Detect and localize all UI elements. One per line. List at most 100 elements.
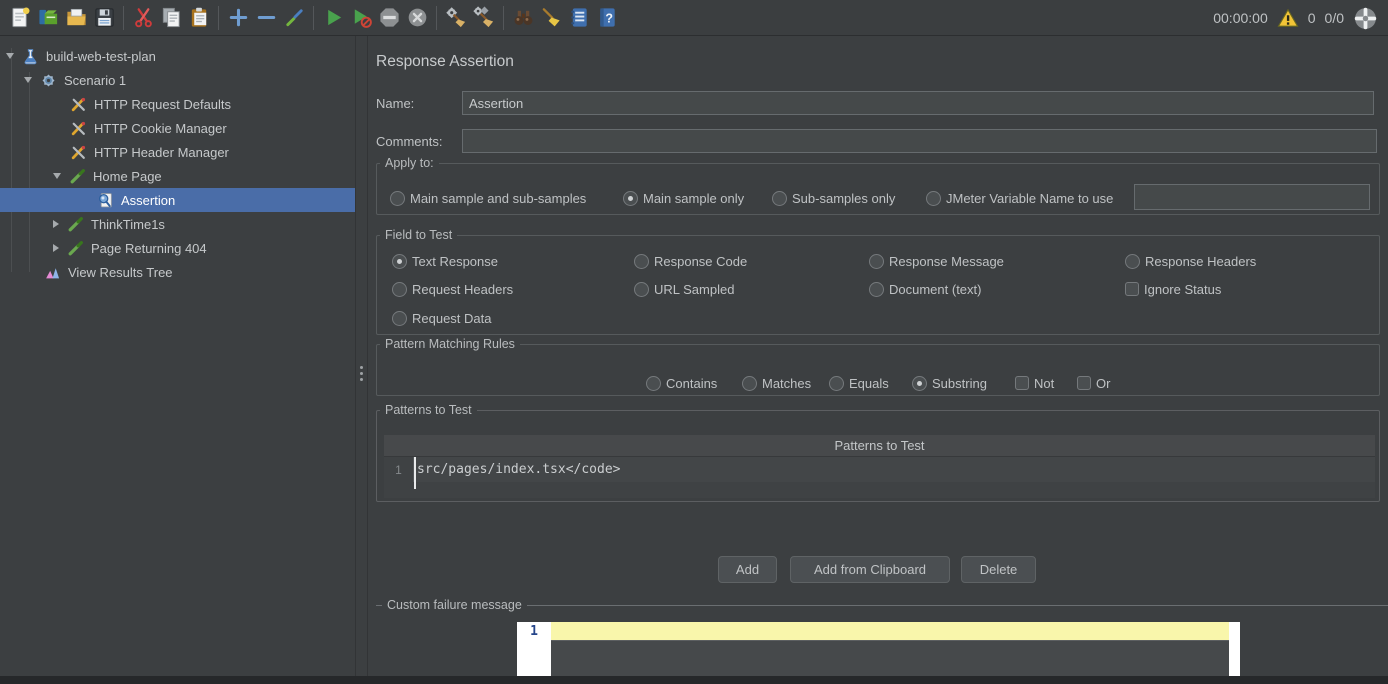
tree-item-assertion[interactable]: Assertion xyxy=(0,188,355,212)
help-icon[interactable]: ? xyxy=(593,3,621,33)
radio-main-sample-only[interactable]: Main sample only xyxy=(623,190,744,206)
warning-icon[interactable] xyxy=(1277,8,1299,28)
elapsed-timer: 00:00:00 xyxy=(1213,10,1268,26)
window-bottom-edge xyxy=(0,676,1388,684)
field-to-test-group: Field to Test Text Response Response Cod… xyxy=(376,235,1380,335)
radio-request-data[interactable]: Request Data xyxy=(392,310,492,326)
checkbox-ignore-status[interactable]: Ignore Status xyxy=(1125,281,1221,297)
apply-to-group: Apply to: Main sample and sub-samples Ma… xyxy=(376,163,1380,215)
clear-all-icon[interactable] xyxy=(470,3,498,33)
delete-button[interactable]: Delete xyxy=(961,556,1036,583)
start-icon[interactable] xyxy=(319,3,347,33)
radio-icon xyxy=(869,254,884,269)
tree-item-http-header-manager[interactable]: HTTP Header Manager xyxy=(0,140,355,164)
function-helper-icon[interactable] xyxy=(565,3,593,33)
save-icon[interactable] xyxy=(90,3,118,33)
remote-indicator-icon[interactable] xyxy=(1353,6,1378,31)
radio-jmeter-variable[interactable]: JMeter Variable Name to use xyxy=(926,190,1113,206)
sampler-icon xyxy=(69,168,86,185)
panel-splitter[interactable] xyxy=(355,36,368,684)
sampler-icon xyxy=(67,240,84,257)
expand-arrow-icon[interactable] xyxy=(24,77,32,83)
radio-icon xyxy=(772,191,787,206)
radio-equals[interactable]: Equals xyxy=(829,375,889,391)
radio-document-text[interactable]: Document (text) xyxy=(869,281,981,297)
tree-item-home-page[interactable]: Home Page xyxy=(0,164,355,188)
radio-response-message[interactable]: Response Message xyxy=(869,253,1004,269)
page-title: Response Assertion xyxy=(376,53,514,71)
cut-icon[interactable] xyxy=(129,3,157,33)
radio-url-sampled[interactable]: URL Sampled xyxy=(634,281,734,297)
radio-icon xyxy=(623,191,638,206)
collapse-arrow-icon[interactable] xyxy=(53,220,59,228)
expand-arrow-icon[interactable] xyxy=(6,53,14,59)
expand-all-icon[interactable] xyxy=(224,3,252,33)
radio-request-headers[interactable]: Request Headers xyxy=(392,281,513,297)
toolbar-separator xyxy=(313,6,314,30)
patterns-to-test-legend: Patterns to Test xyxy=(380,403,477,418)
pattern-cell[interactable]: src/pages/index.tsx</code> xyxy=(414,457,621,482)
tree-item-test-plan[interactable]: build-web-test-plan xyxy=(0,44,355,68)
radio-text-response[interactable]: Text Response xyxy=(392,253,498,269)
tree-item-label: Home Page xyxy=(93,169,162,184)
patterns-table: Patterns to Test 1 src/pages/index.tsx</… xyxy=(384,435,1375,498)
comments-input[interactable] xyxy=(462,129,1377,153)
tree-item-label: Page Returning 404 xyxy=(91,241,207,256)
expand-arrow-icon[interactable] xyxy=(53,173,61,179)
config-element-icon xyxy=(70,120,87,137)
collapse-all-icon[interactable] xyxy=(252,3,280,33)
radio-main-and-subsamples[interactable]: Main sample and sub-samples xyxy=(390,190,586,206)
checkbox-not[interactable]: Not xyxy=(1015,375,1054,391)
checkbox-or[interactable]: Or xyxy=(1077,375,1110,391)
search-reset-icon[interactable] xyxy=(537,3,565,33)
add-from-clipboard-button[interactable]: Add from Clipboard xyxy=(790,556,950,583)
tree-item-http-request-defaults[interactable]: HTTP Request Defaults xyxy=(0,92,355,116)
shutdown-icon[interactable] xyxy=(375,3,403,33)
radio-icon xyxy=(742,376,757,391)
tree-item-http-cookie-manager[interactable]: HTTP Cookie Manager xyxy=(0,116,355,140)
editor-scrollbar[interactable] xyxy=(1229,622,1240,676)
collapse-arrow-icon[interactable] xyxy=(53,244,59,252)
clear-icon[interactable] xyxy=(442,3,470,33)
patterns-column-header[interactable]: Patterns to Test xyxy=(384,435,1375,457)
radio-response-headers[interactable]: Response Headers xyxy=(1125,253,1256,269)
start-no-pauses-icon[interactable] xyxy=(347,3,375,33)
toolbar: ? 00:00:00 0 0/0 xyxy=(0,0,1388,36)
tree-item-label: build-web-test-plan xyxy=(46,49,156,64)
tree-item-page-404[interactable]: Page Returning 404 xyxy=(0,236,355,260)
name-input[interactable] xyxy=(462,91,1374,115)
open-file-icon[interactable] xyxy=(62,3,90,33)
templates-icon[interactable] xyxy=(34,3,62,33)
pattern-row[interactable]: 1 src/pages/index.tsx</code> xyxy=(384,457,1375,482)
radio-icon xyxy=(392,282,407,297)
editor-current-line-highlight[interactable] xyxy=(551,622,1229,641)
svg-text:?: ? xyxy=(605,11,613,25)
search-icon[interactable] xyxy=(509,3,537,33)
radio-matches[interactable]: Matches xyxy=(742,375,811,391)
radio-substring[interactable]: Substring xyxy=(912,375,987,391)
tree-item-thinktime[interactable]: ThinkTime1s xyxy=(0,212,355,236)
new-file-icon[interactable] xyxy=(6,3,34,33)
stop-icon[interactable] xyxy=(403,3,431,33)
checkbox-icon xyxy=(1077,376,1091,390)
radio-subsamples-only[interactable]: Sub-samples only xyxy=(772,190,895,206)
add-button[interactable]: Add xyxy=(718,556,777,583)
splitter-grip[interactable] xyxy=(360,366,363,381)
tree-item-view-results-tree[interactable]: View Results Tree xyxy=(0,260,355,284)
radio-contains[interactable]: Contains xyxy=(646,375,717,391)
thread-group-icon xyxy=(40,72,57,89)
sampler-icon xyxy=(67,216,84,233)
toolbar-status: 00:00:00 0 0/0 xyxy=(1213,0,1378,36)
radio-response-code[interactable]: Response Code xyxy=(634,253,747,269)
custom-failure-message-editor[interactable]: 1 xyxy=(517,622,1240,676)
radio-icon xyxy=(392,311,407,326)
toolbar-separator xyxy=(503,6,504,30)
tree-item-thread-group[interactable]: Scenario 1 xyxy=(0,68,355,92)
copy-icon[interactable] xyxy=(157,3,185,33)
toggle-icon[interactable] xyxy=(280,3,308,33)
jmeter-variable-input[interactable] xyxy=(1134,184,1370,210)
text-caret xyxy=(414,457,416,489)
error-count: 0 xyxy=(1308,10,1316,26)
paste-icon[interactable] xyxy=(185,3,213,33)
jmeter-window: ? 00:00:00 0 0/0 build-web-test-plan Sce… xyxy=(0,0,1388,684)
